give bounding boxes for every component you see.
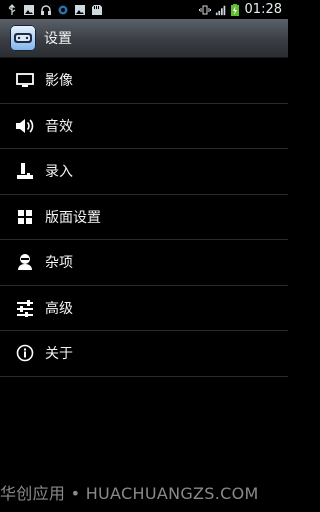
- signal-icon: [215, 5, 225, 15]
- menu-item-layout[interactable]: 版面设置: [0, 195, 288, 240]
- vibrate-icon: [198, 5, 211, 14]
- image-icon: [75, 4, 85, 15]
- headset-icon: [41, 4, 51, 15]
- menu-item-label: 影像: [45, 73, 73, 90]
- emulator-app-icon[interactable]: [10, 25, 36, 51]
- menu-item-label: 录入: [45, 164, 73, 181]
- notification-icons: [0, 3, 103, 16]
- sd-card-icon: [92, 4, 102, 15]
- page-title: 设置: [44, 31, 72, 47]
- menu-item-label: 杂项: [45, 255, 73, 272]
- user-icon: [15, 252, 35, 272]
- menu-item-video[interactable]: 影像: [0, 58, 288, 104]
- info-icon: [15, 343, 35, 363]
- watermark-text: 华创应用 • HUACHUANGZS.COM: [0, 484, 259, 503]
- usb-icon: [8, 3, 16, 15]
- battery-charging-icon: [230, 3, 239, 16]
- sliders-icon: [15, 298, 35, 318]
- settings-list: 影像 音效 录入 版面设置 杂项 高级 关于: [0, 58, 288, 377]
- system-indicators: 01:28: [198, 2, 288, 17]
- joystick-icon: [15, 161, 35, 181]
- menu-item-about[interactable]: 关于: [0, 331, 288, 377]
- menu-item-label: 版面设置: [45, 209, 101, 226]
- sync-icon: [58, 5, 68, 14]
- menu-item-label: 高级: [45, 300, 73, 317]
- menu-item-sound[interactable]: 音效: [0, 104, 288, 149]
- status-time: 01:28: [244, 2, 282, 17]
- menu-item-input[interactable]: 录入: [0, 149, 288, 195]
- title-bar: 设置: [0, 19, 288, 58]
- grid-icon: [15, 207, 35, 227]
- menu-item-advanced[interactable]: 高级: [0, 286, 288, 331]
- speaker-icon: [15, 116, 35, 136]
- monitor-icon: [15, 70, 35, 90]
- menu-item-misc[interactable]: 杂项: [0, 240, 288, 286]
- menu-item-label: 音效: [45, 118, 73, 135]
- image-icon: [24, 4, 34, 15]
- status-bar: 01:28: [0, 0, 288, 19]
- menu-item-label: 关于: [45, 346, 73, 363]
